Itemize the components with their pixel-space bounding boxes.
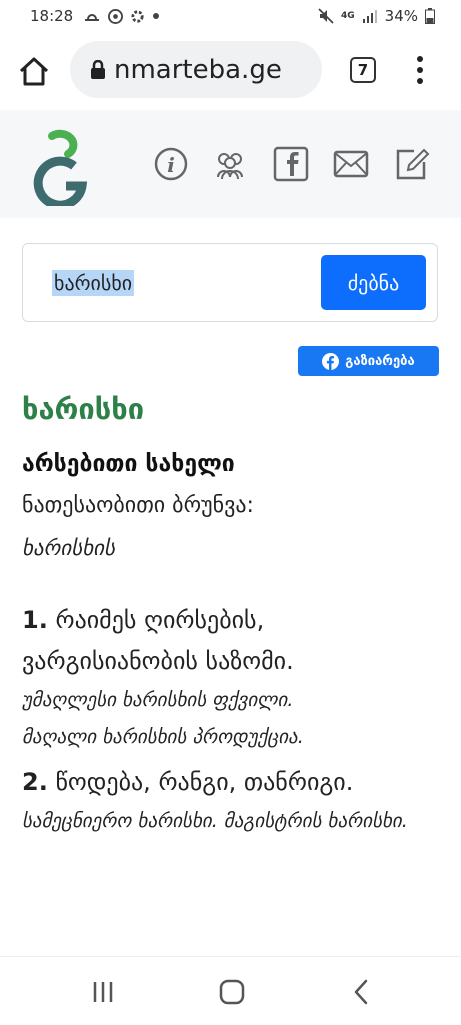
edit-icon[interactable] — [394, 146, 430, 182]
chrome-icon — [108, 8, 124, 24]
info-icon[interactable]: i — [153, 146, 189, 182]
battery-icon — [425, 8, 435, 24]
dot-icon — [153, 13, 160, 19]
mail-icon[interactable] — [333, 146, 369, 182]
share-button[interactable]: გაზიარება — [298, 346, 439, 376]
home-icon[interactable] — [17, 55, 51, 89]
facebook-icon[interactable] — [273, 146, 309, 182]
definition-number: 2. — [22, 768, 48, 796]
users-icon[interactable] — [212, 146, 248, 182]
part-of-speech: არსებითი სახელი — [22, 451, 235, 477]
tab-switcher-button[interactable]: 7 — [350, 57, 376, 83]
definition-text: რაიმეს ღირსების, ვარგისიანობის საზომი. — [22, 606, 294, 675]
definition-example: უმაღლესი ხარისხის ფქვილი. — [22, 689, 294, 711]
entry-word: ხარისხი — [22, 392, 145, 426]
definition-example: მაღალი ხარისხის პროდუქცია. — [22, 726, 304, 748]
status-time: 18:28 — [30, 7, 74, 25]
definition-item: 2. წოდება, რანგი, თანრიგი. სამეცნიერო ხა… — [22, 762, 442, 840]
address-bar[interactable]: nmarteba.ge — [70, 41, 322, 98]
status-bar: 18:28 4G 34% — [0, 0, 461, 32]
back-icon[interactable] — [347, 977, 377, 1007]
lock-icon — [91, 59, 105, 79]
definition-item: 1. რაიმეს ღირსების, ვარგისიანობის საზომი… — [22, 600, 442, 756]
mute-icon — [318, 8, 334, 24]
search-button[interactable]: ძებნა — [321, 255, 426, 310]
recents-icon[interactable] — [88, 977, 118, 1007]
settings-icon — [131, 9, 144, 23]
site-logo[interactable] — [30, 128, 90, 206]
definition-example: სამეცნიერო ხარისხი. მაგისტრის ხარისხი. — [22, 810, 408, 832]
system-nav-bar — [0, 956, 461, 1025]
definition-number: 1. — [22, 606, 48, 634]
definitions-list: 1. რაიმეს ღირსების, ვარგისიანობის საზომი… — [22, 600, 442, 846]
search-input[interactable]: ხარისხი — [52, 270, 135, 296]
genitive-value: ხარისხის — [22, 536, 116, 560]
site-header: i — [0, 110, 461, 218]
network-type: 4G — [341, 11, 355, 21]
signal-icon — [362, 10, 377, 23]
share-label: გაზიარება — [345, 353, 415, 369]
definition-text: წოდება, რანგი, თანრიგი. — [55, 768, 354, 796]
facebook-icon — [322, 352, 340, 370]
weather-icon — [85, 14, 100, 21]
svg-text:i: i — [167, 153, 175, 177]
browser-toolbar: nmarteba.ge 7 — [0, 32, 461, 108]
genitive-label: ნათესაობითი ბრუნვა: — [22, 493, 254, 518]
battery-level: 34% — [384, 7, 418, 25]
home-nav-icon[interactable] — [217, 977, 247, 1007]
url-text: nmarteba.ge — [114, 54, 282, 85]
menu-icon[interactable] — [412, 54, 428, 86]
